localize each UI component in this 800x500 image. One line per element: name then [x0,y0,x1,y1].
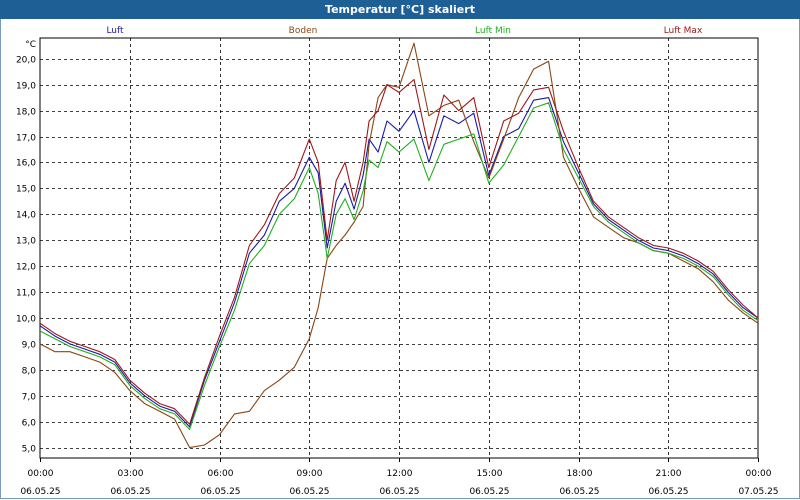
series-line-luft [39,97,759,428]
x-tick-date: 06.05.25 [379,487,419,497]
y-tick-label: 18,0 [16,108,36,118]
x-tick-date: 06.05.25 [559,487,599,497]
x-tick-time: 03:00 [118,469,144,479]
x-tick-time: 15:00 [477,469,503,479]
x-tick-time: 00:00 [746,469,772,479]
x-tick-time: 18:00 [567,469,593,479]
y-tick-label: 6,0 [22,419,37,429]
x-tick-time: 06:00 [208,469,234,479]
y-tick-label: 15,0 [16,185,36,195]
x-tick-date: 06.05.25 [20,487,60,497]
y-tick-label: 12,0 [16,263,36,273]
x-tick-time: 12:00 [387,469,413,479]
y-tick-label: 11,0 [16,289,36,299]
x-tick-date: 06.05.25 [200,487,240,497]
series-line-luft-min [39,102,759,431]
y-tick-label: 13,0 [16,237,36,247]
legend-entry-luft: Luft [106,26,124,36]
y-tick-label: 5,0 [22,445,37,455]
x-tick-date: 07.05.25 [738,487,778,497]
legend-entry-boden: Boden [289,26,318,36]
x-tick-date: 06.05.25 [110,487,150,497]
y-tick-label: 16,0 [16,159,36,169]
y-tick-label: 9,0 [22,341,37,351]
y-tick-label: 8,0 [22,367,37,377]
y-tick-label: 10,0 [16,315,36,325]
x-tick-time: 21:00 [656,469,682,479]
temperature-chart: 5,0 6,0 7,0 8,0 9,0 10,0 11,0 12,0 13,0 14,0 15,0 1… [16,26,779,497]
legend-entry-luft-max: Luft Max [664,26,703,36]
x-tick-date: 06.05.25 [289,487,329,497]
y-tick-label: 20,0 [16,56,36,66]
series-line-boden [39,42,759,449]
y-tick-label: 14,0 [16,211,36,221]
x-tick-date: 06.05.25 [648,487,688,497]
y-tick-label: 19,0 [16,82,36,92]
x-tick-time: 09:00 [297,469,323,479]
y-tick-label: 7,0 [22,393,37,403]
y-tick-label: 17,0 [16,134,36,144]
legend-entry-luft-min: Luft Min [475,26,511,36]
x-tick-time: 00:00 [28,469,54,479]
x-tick-date: 06.05.25 [469,487,509,497]
y-axis-unit: °C [25,40,36,50]
